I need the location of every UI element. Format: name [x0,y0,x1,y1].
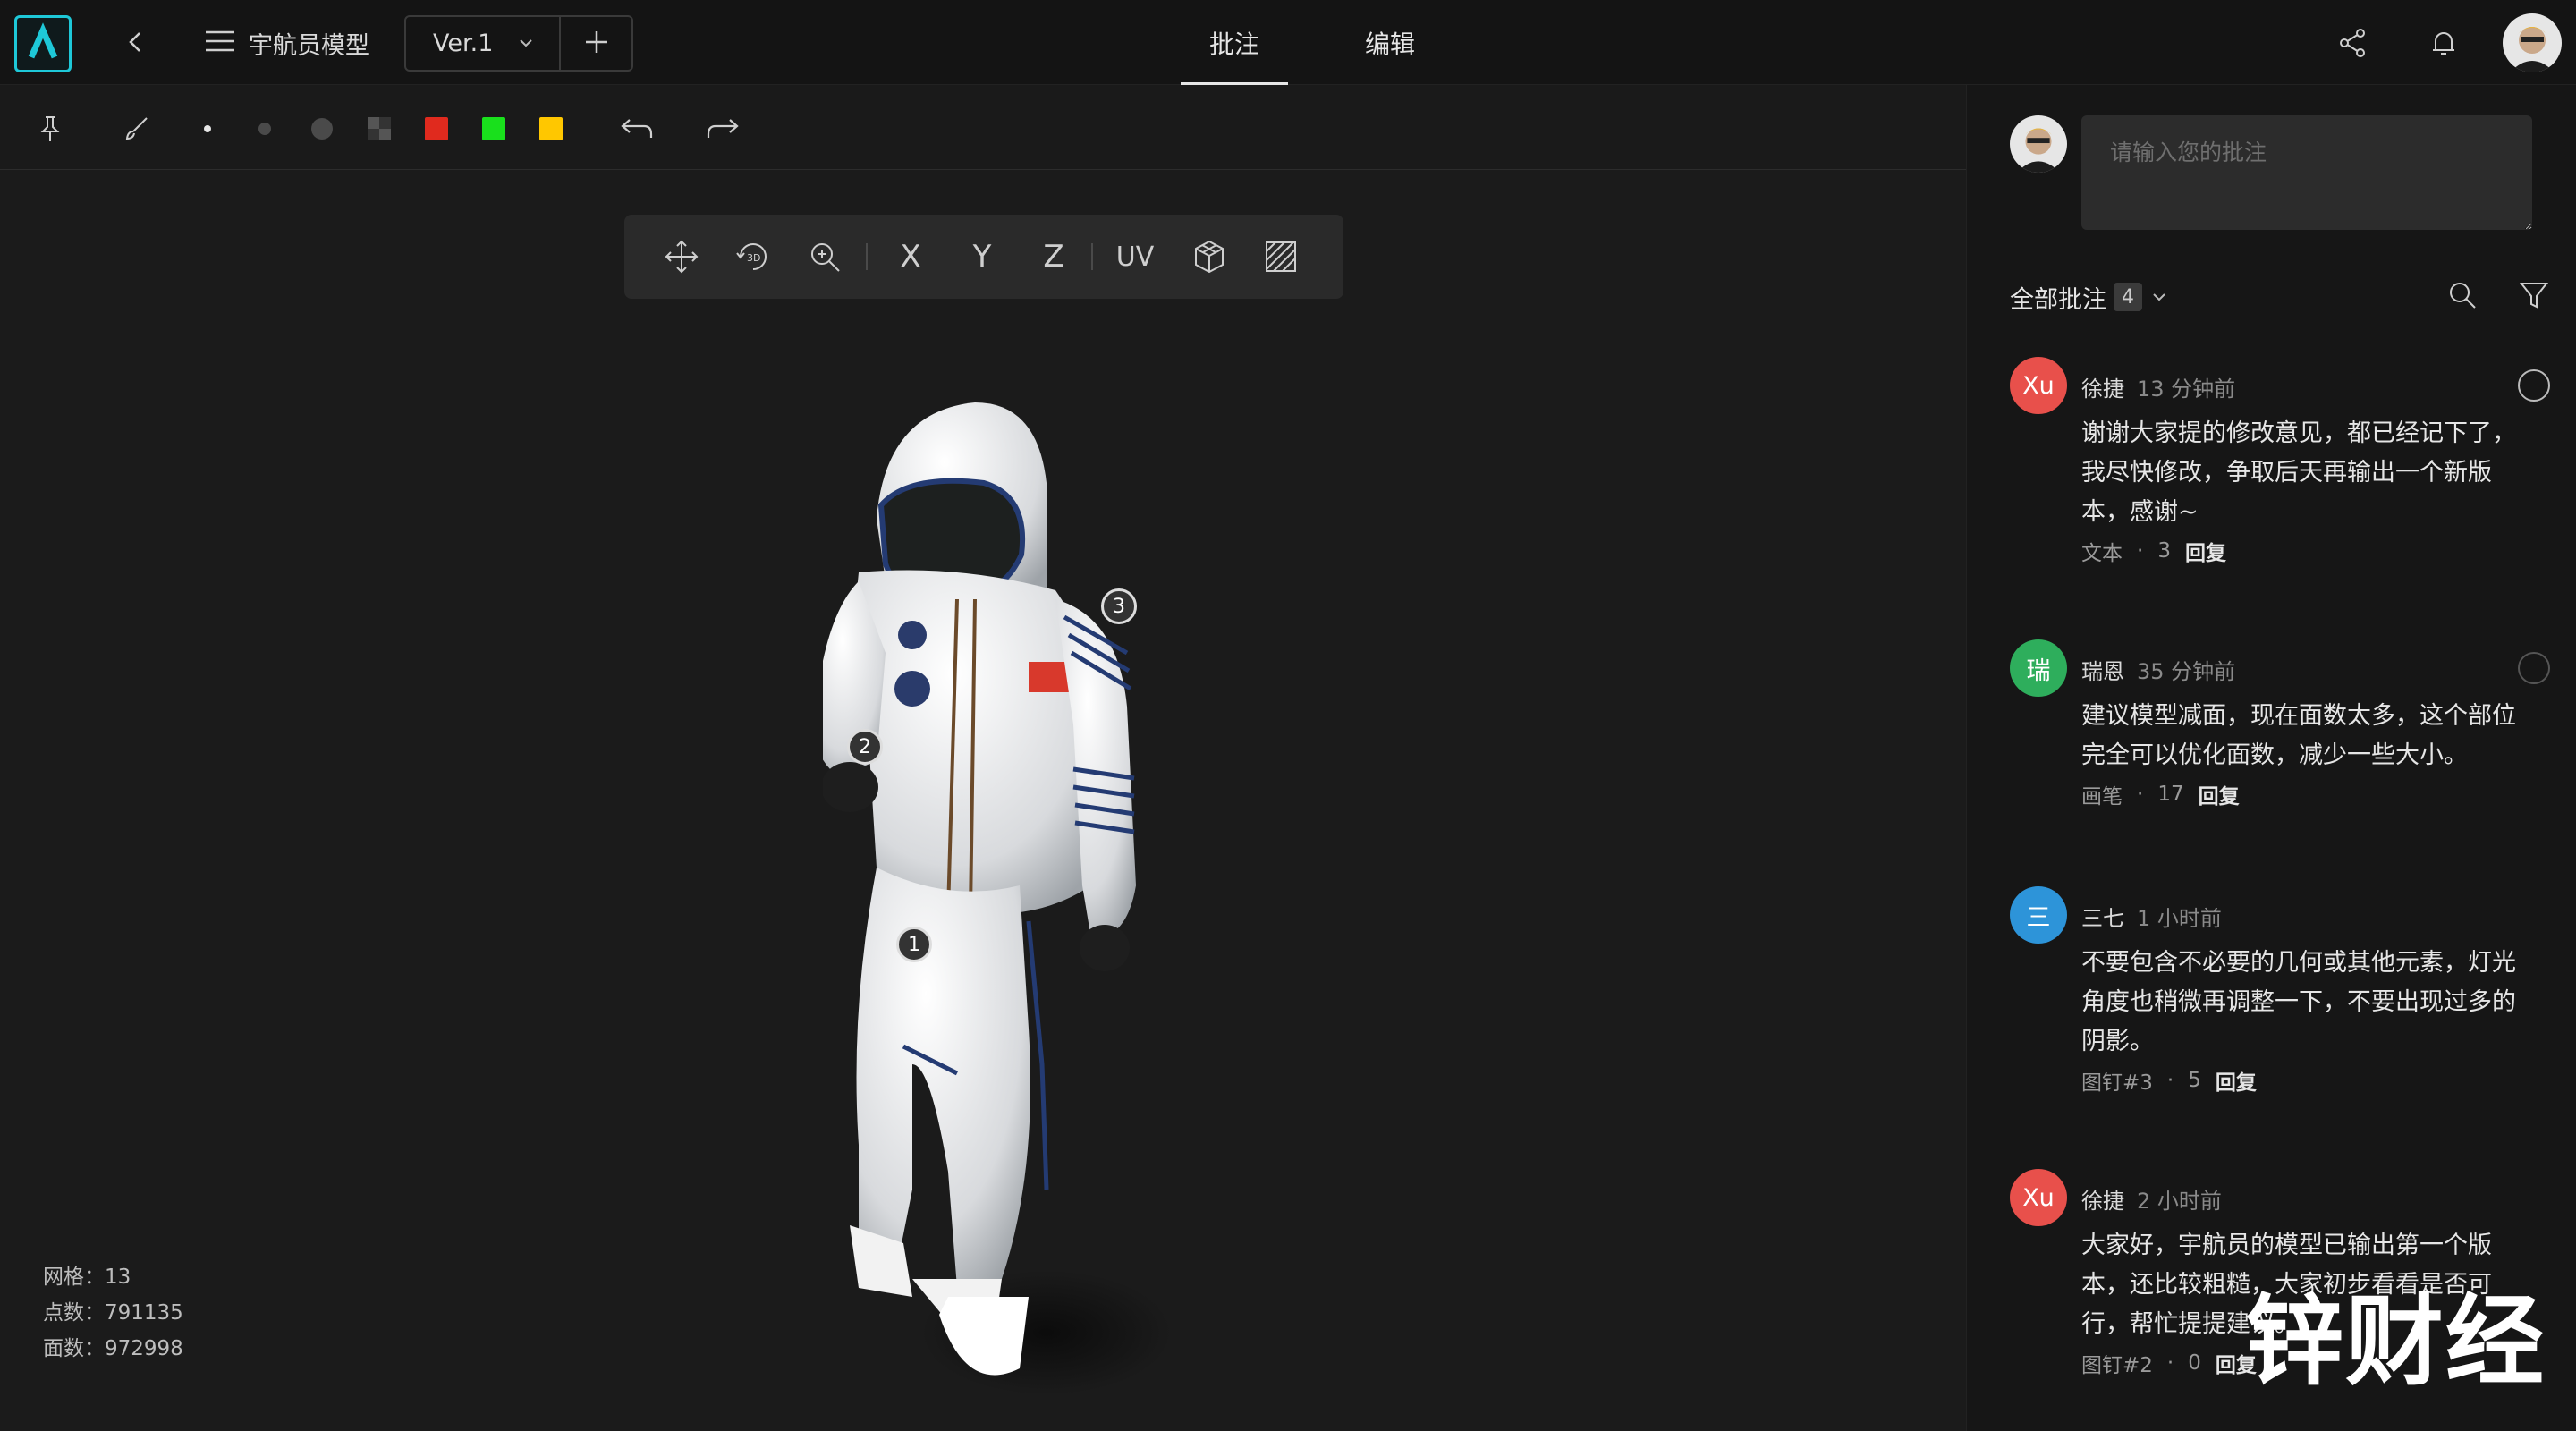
annotation-pin-1[interactable]: 1 [896,927,932,962]
search-icon[interactable] [2446,279,2479,315]
reply-count: 5 [2188,1069,2201,1092]
reply-count: 17 [2157,783,2184,806]
comment-item[interactable]: 三 三七 1 小时前 不要包含不必要的几何或其他元素，灯光角度也稍微再调整一下，… [2010,886,2550,1146]
zoom-icon[interactable] [803,235,846,278]
comment-composer [2010,115,2550,230]
comment-type: 画笔 [2081,785,2123,809]
comment-time: 1 小时前 [2137,906,2222,931]
comment-type: 文本 [2081,542,2123,565]
uv-button[interactable]: UV [1102,235,1168,278]
annotation-pin-2[interactable]: 2 [847,729,883,765]
texture-icon[interactable] [1259,235,1302,278]
comment-author: 徐捷 [2081,1189,2124,1214]
move-icon[interactable] [660,235,703,278]
menu-icon [204,28,236,58]
astronaut-model[interactable] [814,385,1181,1422]
chevron-down-icon [518,35,534,52]
comment-type: 图钉#2 [2081,1354,2153,1377]
color-swatch-red[interactable] [415,107,458,150]
project-menu[interactable]: 宇航员模型 [204,23,369,63]
reply-count: 3 [2157,539,2171,563]
separator-dot: · [2166,1351,2174,1375]
color-swatch-green[interactable] [472,107,515,150]
share-icon[interactable] [2331,21,2374,64]
comment-time: 35 分钟前 [2137,659,2236,684]
top-bar: 宇航员模型 Ver.1 批注 编辑 [0,0,2576,85]
comment-body: 建议模型减面，现在面数太多，这个部位完全可以优化面数，减少一些大小。 [2081,702,2516,769]
user-avatar[interactable] [2503,13,2562,72]
avatar: 三 [2010,886,2067,944]
avatar: Xu [2010,357,2067,414]
size-medium-dot[interactable] [243,107,286,150]
tab-annotate[interactable]: 批注 [1181,0,1289,85]
comment-count-badge: 4 [2114,283,2142,311]
comment-item[interactable]: Xu 徐捷 13 分钟前 谢谢大家提的修改意见，都已经记下了，我尽快修改，争取后… [2010,357,2550,616]
add-version-button[interactable] [561,17,631,70]
redo-icon[interactable] [701,107,744,150]
comment-time: 2 小时前 [2137,1189,2222,1214]
separator-dot: · [2166,1069,2174,1092]
color-swatch-yellow[interactable] [530,107,572,150]
transparent-swatch[interactable] [358,107,401,150]
tab-edit[interactable]: 编辑 [1336,0,1444,85]
pin-icon[interactable] [29,107,72,150]
rotate-3d-icon[interactable]: 3D [732,235,775,278]
reply-button[interactable]: 回复 [2216,1065,2257,1096]
brush-icon[interactable] [114,107,157,150]
version-label: Ver.1 [433,30,494,57]
back-icon[interactable] [118,24,154,60]
comment-author: 瑞恩 [2081,659,2124,684]
watermark: 锌财经 [2245,1284,2546,1399]
annotation-toolbar [0,85,1966,170]
svg-text:3D: 3D [747,252,760,264]
undo-icon[interactable] [615,107,658,150]
comment-input[interactable] [2081,115,2532,230]
version-control: Ver.1 [404,15,633,72]
comment-body: 不要包含不必要的几何或其他元素，灯光角度也稍微再调整一下，不要出现过多的阴影。 [2081,949,2516,1055]
axis-z-button[interactable]: Z [1029,235,1079,278]
comment-type: 图钉#3 [2081,1071,2153,1095]
size-small-dot[interactable] [186,107,229,150]
comment-item[interactable]: 瑞 瑞恩 35 分钟前 建议模型减面，现在面数太多，这个部位完全可以优化面数，减… [2010,639,2550,863]
reply-button[interactable]: 回复 [2199,779,2240,809]
cube-icon[interactable] [1188,235,1231,278]
filter-icon[interactable] [2518,279,2550,315]
version-select[interactable]: Ver.1 [406,17,562,70]
logo-icon[interactable] [14,15,72,72]
avatar: Xu [2010,1169,2067,1226]
project-title: 宇航员模型 [249,31,369,60]
mode-tabs: 批注 编辑 [1181,0,1444,85]
comment-time: 13 分钟前 [2137,377,2236,402]
filter-row: 全部批注 4 [2010,275,2550,319]
reply-button[interactable]: 回复 [2185,536,2226,566]
reply-count: 0 [2188,1351,2201,1375]
mesh-stat: 网格：13 [43,1266,131,1289]
bell-icon[interactable] [2422,21,2465,64]
vertex-stat: 点数：791135 [43,1301,183,1325]
chevron-down-icon[interactable] [2151,289,2167,306]
axis-y-button[interactable]: Y [957,235,1007,278]
comment-author: 三七 [2081,906,2124,931]
model-stats: 网格：13 点数：791135 面数：972998 [43,1259,183,1367]
comment-author: 徐捷 [2081,377,2124,402]
axis-x-button[interactable]: X [886,235,936,278]
separator-dot: · [2137,539,2144,563]
comment-body: 谢谢大家提的修改意见，都已经记下了，我尽快修改，争取后天再输出一个新版本，感谢~ [2081,419,2516,526]
separator-dot: · [2137,783,2144,806]
model-viewport[interactable]: 3D X Y Z UV 3 2 1 网格：13 点数：791135 面数：972… [0,170,1966,1431]
plus-icon [583,29,610,59]
size-large-dot[interactable] [301,107,343,150]
view-controls: 3D X Y Z UV [624,215,1343,299]
separator [1091,243,1093,270]
annotation-panel: 全部批注 4 Xu 徐捷 13 分钟前 谢谢大家提的修改意见，都已经记下了，我尽… [1966,85,2576,1431]
annotation-pin-3[interactable]: 3 [1101,588,1137,624]
resolve-checkbox[interactable] [2518,369,2550,402]
resolve-checkbox[interactable] [2518,652,2550,684]
separator [866,243,868,270]
header-actions [2331,0,2576,85]
avatar: 瑞 [2010,639,2067,697]
filter-title[interactable]: 全部批注 [2010,280,2106,315]
face-stat: 面数：972998 [43,1337,183,1360]
user-avatar [2010,115,2067,173]
